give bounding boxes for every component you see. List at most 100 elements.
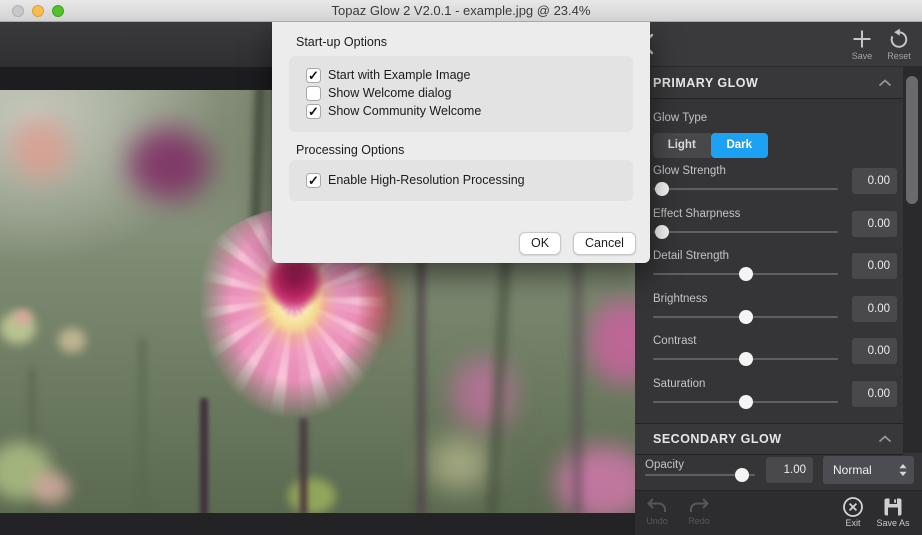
slider-label: Glow Strength [653, 165, 726, 177]
panel-body: PRIMARY GLOW Glow Type Light Dark Glow S… [635, 67, 922, 490]
slider-thumb[interactable] [655, 224, 670, 239]
secondary-glow-header[interactable]: SECONDARY GLOW [635, 423, 903, 455]
exit-label: Exit [845, 518, 861, 528]
startup-options-title: Start-up Options [296, 35, 388, 49]
photo-pink-flower-blur [452, 358, 514, 430]
panel-toolbar: Save Reset [635, 22, 922, 67]
canvas-bottom-bar [0, 513, 635, 535]
processing-options-title: Processing Options [296, 143, 405, 157]
panel-bottom-bar: Undo Redo Exit Save As [635, 490, 922, 535]
redo-label: Redo [688, 516, 710, 526]
photo-cream-blur [428, 438, 490, 490]
secondary-glow-title: SECONDARY GLOW [653, 432, 782, 446]
startup-options-group: ✓ Start with Example Image Show Welcome … [289, 56, 633, 132]
blend-mode-value: Normal [833, 463, 872, 477]
save-as-button[interactable]: Save As [873, 496, 913, 528]
save-preset-button[interactable]: Save [844, 27, 880, 61]
slider-track[interactable] [653, 394, 838, 409]
slider-track[interactable] [653, 352, 838, 366]
checkbox-label: Enable High-Resolution Processing [328, 173, 525, 187]
slider-track[interactable] [653, 182, 838, 196]
start-with-example-checkbox[interactable]: ✓ [306, 67, 321, 83]
cancel-button[interactable]: Cancel [573, 232, 636, 255]
glow-type-segmented-control: Light Dark [653, 133, 768, 158]
checkbox-row-start-with-example: ✓ Start with Example Image [306, 66, 633, 84]
slider-label: Detail Strength [653, 250, 730, 262]
primary-glow-title: PRIMARY GLOW [653, 75, 759, 90]
show-welcome-checkbox[interactable] [306, 85, 321, 101]
slider-thumb[interactable] [738, 394, 753, 409]
slider-value-field[interactable]: 0.00 [852, 338, 897, 364]
slider-value-field[interactable]: 0.00 [852, 210, 897, 237]
redo-icon [680, 496, 718, 516]
photo-pink-flower-blur [556, 446, 635, 513]
primary-glow-header[interactable]: PRIMARY GLOW [635, 67, 903, 99]
enable-high-res-checkbox[interactable]: ✓ [306, 172, 321, 188]
reset-button[interactable]: Reset [881, 27, 917, 61]
dialog-buttons: OK Cancel [519, 232, 636, 255]
slider-value-field[interactable]: 0.00 [852, 295, 897, 322]
slider-label: Brightness [653, 292, 708, 305]
undo-button[interactable]: Undo [638, 496, 676, 526]
checkbox-row-show-community: ✓ Show Community Welcome [306, 102, 633, 120]
slider-thumb[interactable] [738, 352, 753, 366]
slider-track[interactable] [653, 224, 838, 239]
photo-pink-flower-blur [588, 300, 635, 384]
slider-thumb[interactable] [738, 267, 753, 281]
glow-type-light-button[interactable]: Light [653, 133, 711, 158]
stepper-icon [898, 463, 908, 477]
slider-label: Saturation [653, 377, 706, 390]
slider-label: Contrast [653, 335, 697, 347]
slider-value-field[interactable]: 0.00 [852, 380, 897, 407]
app-window: Topaz Glow 2 V2.0.1 - example.jpg @ 23.4… [0, 0, 922, 535]
slider-row-contrast: Contrast 0.00 [653, 330, 897, 373]
opacity-slider-track[interactable] [645, 468, 755, 482]
slider-row-effect-sharpness: Effect Sharpness 0.00 [653, 203, 897, 246]
opacity-slider-thumb[interactable] [734, 468, 749, 482]
glow-type-label: Glow Type [653, 112, 708, 124]
checkbox-label: Show Community Welcome [328, 104, 482, 118]
photo-stem [140, 338, 145, 513]
slider-row-brightness: Brightness 0.00 [653, 288, 897, 331]
slider-value-field[interactable]: 0.00 [852, 253, 897, 279]
slider-row-detail-strength: Detail Strength 0.00 [653, 245, 897, 288]
reset-icon [881, 27, 917, 51]
panel-scrollbar-thumb[interactable] [906, 76, 918, 204]
slider-value-field[interactable]: 0.00 [852, 168, 897, 194]
photo-bud [58, 328, 86, 353]
redo-button[interactable]: Redo [680, 496, 718, 526]
slider-thumb[interactable] [738, 309, 753, 324]
slider-thumb[interactable] [655, 182, 670, 196]
slider-track[interactable] [653, 309, 838, 324]
panel-scrollbar-track[interactable] [903, 67, 922, 453]
chevron-up-icon[interactable] [877, 78, 893, 88]
undo-label: Undo [646, 516, 668, 526]
photo-salmon-blur [12, 118, 70, 180]
slider-row-saturation: Saturation 0.00 [653, 373, 897, 416]
ok-button[interactable]: OK [519, 232, 561, 255]
checkbox-row-high-res: ✓ Enable High-Resolution Processing [306, 171, 633, 189]
opacity-label: Opacity [645, 459, 684, 471]
window-title: Topaz Glow 2 V2.0.1 - example.jpg @ 23.4… [331, 3, 591, 18]
plus-icon [844, 27, 880, 51]
floppy-disk-icon [873, 496, 913, 518]
undo-icon [638, 496, 676, 516]
checkbox-label: Show Welcome dialog [328, 86, 452, 100]
opacity-value-field[interactable]: 1.00 [766, 457, 813, 483]
checkbox-row-show-welcome: Show Welcome dialog [306, 84, 633, 102]
chevron-up-icon[interactable] [877, 434, 893, 444]
checkbox-label: Start with Example Image [328, 68, 471, 82]
blend-mode-dropdown[interactable]: Normal [823, 456, 914, 484]
show-community-checkbox[interactable]: ✓ [306, 103, 321, 119]
glow-type-dark-button[interactable]: Dark [710, 133, 768, 158]
save-as-label: Save As [876, 518, 910, 528]
adjustments-panel: Save Reset PRIMARY GLOW Glow Type Light … [635, 22, 922, 535]
opacity-row: Opacity 1.00 Normal [645, 456, 914, 490]
exit-button[interactable]: Exit [834, 496, 872, 528]
photo-purple-flower-blur [128, 128, 210, 200]
slider-track[interactable] [653, 267, 838, 281]
startup-options-dialog: Start-up Options ✓ Start with Example Im… [272, 22, 650, 263]
processing-options-group: ✓ Enable High-Resolution Processing [289, 160, 633, 201]
save-preset-label: Save [851, 51, 873, 61]
photo-bud [32, 472, 70, 504]
